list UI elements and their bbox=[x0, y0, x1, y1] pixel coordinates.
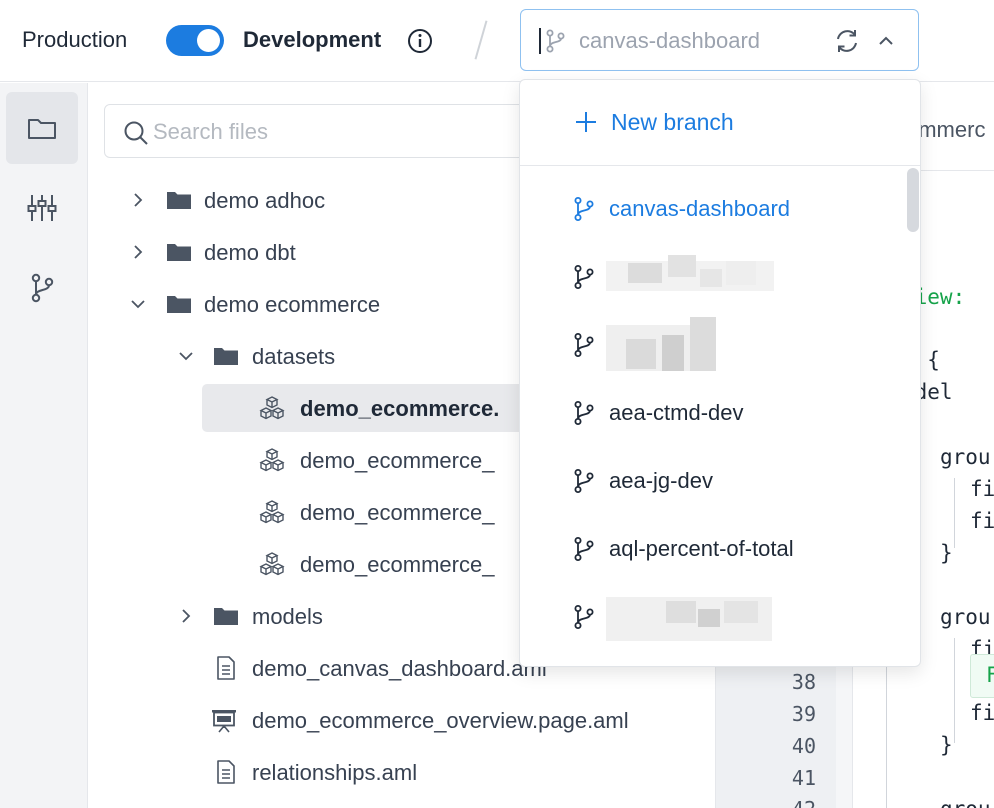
line-number: 38 bbox=[791, 670, 816, 694]
folder-icon bbox=[214, 608, 238, 625]
branch-item-redacted[interactable] bbox=[520, 583, 908, 651]
code-token: } bbox=[940, 541, 953, 565]
redacted-text bbox=[606, 597, 776, 643]
indent-guide bbox=[954, 638, 955, 743]
chevron-down-icon[interactable] bbox=[176, 346, 196, 366]
line-number: 40 bbox=[791, 734, 816, 758]
chevron-right-icon[interactable] bbox=[128, 242, 148, 262]
line-number: 41 bbox=[791, 766, 816, 790]
indent-guide bbox=[954, 478, 955, 548]
branch-item[interactable]: aea-jg-dev bbox=[520, 447, 908, 515]
tree-row-label: demo_ecommerce_ bbox=[300, 500, 495, 525]
git-branch-icon bbox=[574, 401, 594, 425]
git-branch-icon bbox=[574, 537, 594, 561]
code-token: } bbox=[940, 733, 953, 757]
branch-dropdown: New branch canvas-dashboard aea-ctmd-dev… bbox=[519, 79, 921, 667]
development-label[interactable]: Development bbox=[243, 27, 381, 53]
git-branch-icon bbox=[31, 273, 54, 303]
top-bar: Production Development canvas-dashboard bbox=[0, 0, 994, 82]
code-token: fi bbox=[970, 701, 994, 725]
branch-item-redacted[interactable] bbox=[520, 243, 908, 311]
tree-row-label: demo_ecommerce_overview.page.aml bbox=[252, 708, 629, 733]
branch-label: canvas-dashboard bbox=[609, 196, 791, 221]
dataset-cubes-icon bbox=[259, 552, 285, 576]
search-placeholder: Search files bbox=[153, 119, 268, 144]
folder-icon bbox=[28, 119, 56, 139]
breadcrumb-separator bbox=[474, 20, 488, 60]
tree-row-label: demo dbt bbox=[204, 240, 296, 265]
branch-item[interactable]: aea-ctmd-dev bbox=[520, 379, 908, 447]
folder-icon bbox=[167, 244, 191, 261]
dataset-cubes-icon bbox=[259, 396, 285, 420]
folder-icon bbox=[214, 348, 238, 365]
tree-row-label: models bbox=[252, 604, 323, 629]
tree-row-label: demo_ecommerce_ bbox=[300, 448, 495, 473]
refresh-icon[interactable] bbox=[833, 27, 861, 55]
branch-select[interactable]: canvas-dashboard bbox=[520, 9, 919, 71]
tree-row-label: demo ecommerce bbox=[204, 292, 381, 317]
text-caret bbox=[539, 28, 541, 54]
tree-row-label: datasets bbox=[252, 344, 336, 369]
toggle-knob bbox=[197, 29, 220, 52]
branch-label: aea-ctmd-dev bbox=[609, 400, 744, 425]
code-token: grou bbox=[940, 797, 991, 808]
rail-files-button[interactable] bbox=[6, 92, 78, 164]
branch-label: aea-jg-dev bbox=[609, 468, 713, 493]
presentation-board-icon bbox=[212, 710, 236, 733]
branch-select-value: canvas-dashboard bbox=[579, 28, 761, 53]
tree-row-file[interactable]: relationships.aml bbox=[89, 748, 715, 796]
code-token: fi bbox=[970, 509, 994, 533]
folder-icon bbox=[167, 192, 191, 209]
new-branch-button[interactable]: New branch bbox=[520, 80, 920, 166]
search-icon bbox=[124, 121, 148, 145]
tree-row-label: demo_ecommerce. bbox=[300, 396, 500, 421]
file-document-icon bbox=[217, 656, 235, 680]
branch-item-redacted[interactable] bbox=[520, 311, 908, 379]
git-branch-icon bbox=[574, 265, 594, 289]
git-branch-icon bbox=[574, 333, 594, 357]
code-token: grou bbox=[940, 605, 991, 629]
environment-toggle[interactable] bbox=[166, 25, 224, 56]
file-document-icon bbox=[217, 760, 235, 784]
redacted-text bbox=[606, 255, 776, 301]
branch-item[interactable]: aql-percent-of-total bbox=[520, 515, 908, 583]
rail-branches-button[interactable] bbox=[6, 252, 78, 324]
plus-icon bbox=[576, 112, 596, 132]
sliders-icon bbox=[27, 195, 57, 221]
dropdown-scrollbar[interactable] bbox=[907, 168, 919, 232]
branch-item-current[interactable]: canvas-dashboard bbox=[520, 175, 908, 243]
branch-label: aql-percent-of-total bbox=[609, 536, 794, 561]
tree-row-label: demo adhoc bbox=[204, 188, 326, 213]
git-branch-icon bbox=[574, 605, 594, 629]
chevron-right-icon[interactable] bbox=[176, 606, 196, 626]
activity-rail bbox=[0, 83, 88, 808]
code-token: grou bbox=[940, 445, 991, 469]
git-branch-icon bbox=[546, 29, 565, 53]
rail-settings-button[interactable] bbox=[6, 172, 78, 244]
line-number: 42 bbox=[756, 797, 816, 808]
tree-row-label: demo_ecommerce_ bbox=[300, 552, 495, 577]
tree-row-label: relationships.aml bbox=[252, 760, 418, 785]
production-label[interactable]: Production bbox=[22, 27, 127, 53]
dataset-cubes-icon bbox=[259, 448, 285, 472]
code-token: F bbox=[986, 663, 994, 687]
info-icon[interactable] bbox=[407, 28, 433, 54]
line-number: 39 bbox=[791, 702, 816, 726]
tree-row-label: demo_canvas_dashboard.aml bbox=[252, 656, 547, 681]
dataset-cubes-icon bbox=[259, 500, 285, 524]
new-branch-label: New branch bbox=[611, 109, 734, 135]
git-branch-icon bbox=[574, 469, 594, 493]
code-token: fi bbox=[970, 477, 994, 501]
chevron-right-icon[interactable] bbox=[128, 190, 148, 210]
tree-row-page-file[interactable]: demo_ecommerce_overview.page.aml bbox=[89, 696, 715, 744]
git-branch-icon bbox=[574, 197, 594, 221]
folder-icon bbox=[167, 296, 191, 313]
chevron-down-icon[interactable] bbox=[128, 294, 148, 314]
chevron-up-icon[interactable] bbox=[875, 30, 897, 52]
redacted-text bbox=[606, 315, 718, 373]
